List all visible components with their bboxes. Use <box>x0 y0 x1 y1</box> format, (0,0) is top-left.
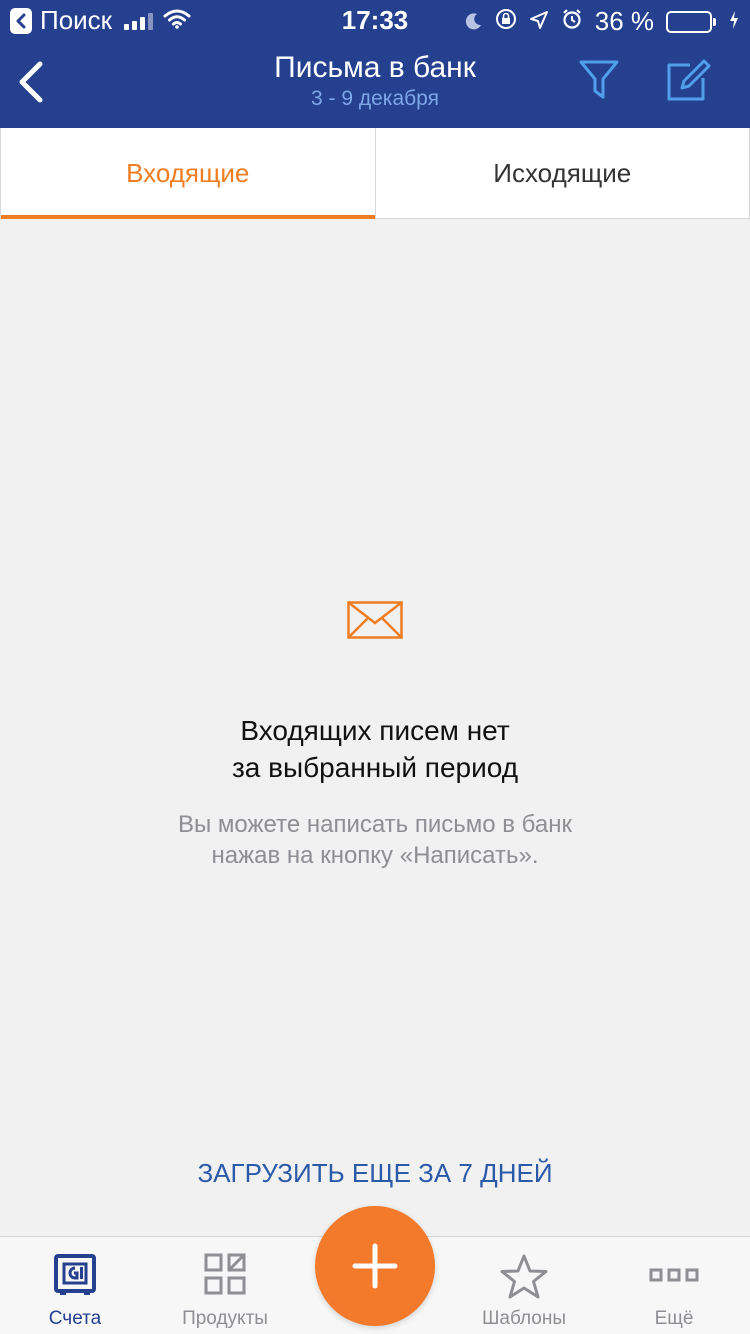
chevron-left-icon <box>19 61 43 103</box>
page-title: Письма в банк <box>274 51 476 84</box>
app-screen: Поиск 17:33 36 % Письма в банк 3 - 9 дек… <box>0 0 750 1334</box>
compose-button[interactable] <box>664 56 712 104</box>
location-icon <box>529 6 549 37</box>
empty-hint-line2: нажав на кнопку «Написать». <box>211 842 539 869</box>
charging-icon <box>728 6 740 37</box>
more-icon <box>649 1268 699 1282</box>
tab-outgoing[interactable]: Исходящие <box>374 128 749 219</box>
tabbar-item-templates[interactable]: Шаблоны <box>449 1237 599 1334</box>
segment-tabs: Входящие Исходящие <box>0 128 750 219</box>
period-subtitle[interactable]: 3 - 9 декабря <box>180 86 570 112</box>
tabbar-item-more[interactable]: Ещё <box>599 1237 749 1334</box>
top-bar: Поиск 17:33 36 % Письма в банк 3 - 9 дек… <box>0 0 750 128</box>
status-right: 36 % <box>465 6 740 37</box>
load-more-link[interactable]: ЗАГРУЗИТЬ ЕЩЕ ЗА 7 ДНЕЙ <box>0 1158 750 1189</box>
tabbar-label-accounts: Счета <box>48 1308 102 1329</box>
tabbar-label-products: Продукты <box>182 1308 268 1329</box>
empty-state-title: Входящих писем нет за выбранный период <box>0 712 750 786</box>
star-icon <box>500 1254 548 1299</box>
tabbar-label-templates: Шаблоны <box>481 1308 567 1329</box>
alarm-icon <box>561 6 583 37</box>
battery-icon <box>666 10 716 33</box>
safe-icon <box>54 1254 96 1295</box>
plus-icon <box>352 1243 398 1289</box>
header-titles: Письма в банк 3 - 9 декабря <box>180 50 570 112</box>
empty-state-hint: Вы можете написать письмо в банк нажав н… <box>0 809 750 871</box>
grid-icon <box>204 1253 246 1295</box>
moon-icon <box>465 6 483 37</box>
compose-icon <box>667 59 711 101</box>
filter-icon <box>579 60 619 99</box>
filter-button[interactable] <box>578 58 620 102</box>
empty-title-line2: за выбранный период <box>231 752 519 783</box>
status-bar: Поиск 17:33 36 % <box>0 0 750 40</box>
nav-header: Письма в банк 3 - 9 декабря <box>0 40 750 128</box>
new-letter-fab[interactable] <box>315 1206 435 1326</box>
tabbar-item-accounts[interactable]: Счета <box>0 1237 150 1334</box>
envelope-icon <box>347 601 403 639</box>
rotation-lock-icon <box>495 6 517 37</box>
empty-hint-line1: Вы можете написать письмо в банк <box>178 811 572 838</box>
battery-percent: 36 % <box>594 6 654 36</box>
tabbar-item-products[interactable]: Продукты <box>150 1237 300 1334</box>
tabbar-label-more: Ещё <box>654 1308 694 1329</box>
back-button[interactable] <box>12 58 52 106</box>
empty-title-line1: Входящих писем нет <box>240 715 510 746</box>
tab-incoming[interactable]: Входящие <box>1 128 375 219</box>
